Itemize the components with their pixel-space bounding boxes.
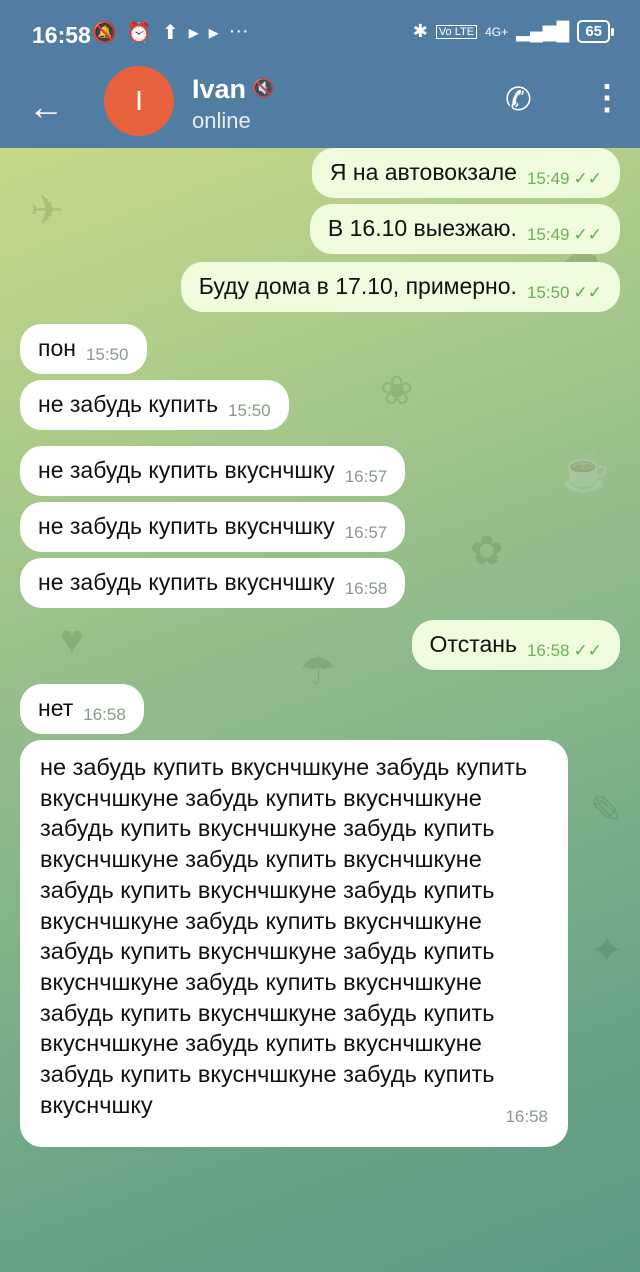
message-text: В 16.10 выезжаю. [327, 215, 517, 241]
more-menu-icon[interactable]: ⋮ [590, 78, 624, 118]
read-checks-icon: ✓✓ [573, 641, 603, 660]
volte-icon: Vo LTE [435, 24, 478, 39]
message-time: 16:57 [344, 467, 388, 486]
doodle-decoration: ✈ [30, 189, 64, 233]
chat-header: ← I Ivan 🔇 online ✆ ⋮ [0, 66, 640, 148]
message-bubble-in[interactable]: не забудь купить вкуснчшку 16:58 [20, 558, 406, 608]
message-time: 15:49 [526, 169, 570, 188]
doodle-decoration: ✦ [590, 929, 624, 973]
message-time: 15:50 [228, 401, 271, 420]
message-bubble-in[interactable]: нет 16:58 [20, 684, 144, 734]
message-bubble-out[interactable]: Я на автовокзале 15:49 ✓✓ [311, 148, 620, 198]
status-left-icons: 🔕 ⏰ ⬆ ▸ ▸ ··· [92, 20, 249, 45]
message-text: не забудь купить вкуснчшку [38, 513, 335, 539]
message-text: Я на автовокзале [329, 159, 517, 185]
doodle-decoration: ☕ [560, 450, 610, 494]
play-icon: ▸ [188, 22, 199, 44]
contact-name[interactable]: Ivan [192, 74, 246, 105]
message-bubble-in[interactable]: не забудь купить 15:50 [20, 380, 289, 430]
message-text: Отстань [429, 631, 517, 657]
alarm-icon: ⏰ [126, 22, 152, 44]
upload-icon: ⬆ [161, 22, 179, 44]
more-dots-icon: ··· [228, 20, 249, 42]
status-bar: 16:58 🔕 ⏰ ⬆ ▸ ▸ ··· ✱ Vo LTE 4G+ ▂▄▆█ 65 [0, 0, 640, 72]
play-icon: ▸ [208, 22, 219, 44]
doodle-decoration: ✿ [470, 529, 504, 573]
message-bubble-in[interactable]: не забудь купить вкуснчшку 16:57 [20, 502, 406, 552]
message-bubble-in[interactable]: не забудь купить вкуснчшку 16:57 [20, 446, 406, 496]
message-time: 15:50 [85, 345, 129, 364]
doodle-decoration: ❀ [380, 369, 414, 413]
message-text: не забудь купить вкуснчшку [38, 569, 335, 595]
message-time: 16:58 [526, 641, 570, 660]
doodle-decoration: ✎ [590, 789, 624, 833]
read-checks-icon: ✓✓ [573, 225, 603, 244]
status-time: 16:58 [32, 22, 91, 48]
message-text: пон [38, 335, 76, 361]
message-bubble-out[interactable]: В 16.10 выезжаю. 15:49 ✓✓ [309, 204, 620, 254]
message-time: 16:58 [83, 705, 126, 724]
message-text: Буду дома в 17.10, примерно. [198, 273, 517, 299]
status-right-icons: ✱ Vo LTE 4G+ ▂▄▆█ 65 [412, 20, 614, 43]
avatar[interactable]: I [104, 66, 174, 136]
doodle-decoration: ♥ [60, 618, 84, 662]
battery-icon: 65 [577, 20, 614, 43]
message-text: не забудь купить [38, 391, 219, 417]
contact-status: online [192, 108, 251, 133]
chat-area[interactable]: ✈ ☁ ❀ ☕ ✿ ♥ ☂ ❦ ✎ ✦ Я на автовокзале15:4… [0, 148, 640, 1272]
back-arrow-icon[interactable]: ← [28, 86, 64, 128]
message-time: 16:57 [344, 523, 388, 542]
message-time: 15:49 [526, 225, 570, 244]
read-checks-icon: ✓✓ [573, 169, 603, 188]
message-bubble-in[interactable]: пон 15:50 [20, 324, 147, 374]
message-text: не забудь купить вкуснчшкуне забудь купи… [40, 754, 528, 1118]
message-text: не забудь купить вкуснчшку [38, 457, 335, 483]
phone-icon[interactable]: ✆ [505, 80, 532, 118]
muted-speaker-icon: 🔇 [252, 78, 275, 98]
message-bubble-in-long[interactable]: не забудь купить вкуснчшкуне забудь купи… [20, 740, 568, 1148]
message-bubble-out[interactable]: Отстань 16:58 ✓✓ [411, 620, 620, 670]
message-time: 16:58 [344, 579, 388, 598]
signal-icon: ▂▄▆█ [516, 21, 570, 41]
network-type: 4G+ [485, 24, 509, 39]
mute-icon: 🔕 [92, 22, 117, 44]
doodle-decoration: ☂ [300, 649, 336, 693]
message-time: 15:50 [526, 283, 570, 302]
message-bubble-out[interactable]: Буду дома в 17.10, примерно. 15:50 ✓✓ [180, 262, 620, 312]
bluetooth-icon: ✱ [412, 21, 428, 41]
message-text: нет [38, 695, 74, 721]
read-checks-icon: ✓✓ [573, 283, 603, 302]
